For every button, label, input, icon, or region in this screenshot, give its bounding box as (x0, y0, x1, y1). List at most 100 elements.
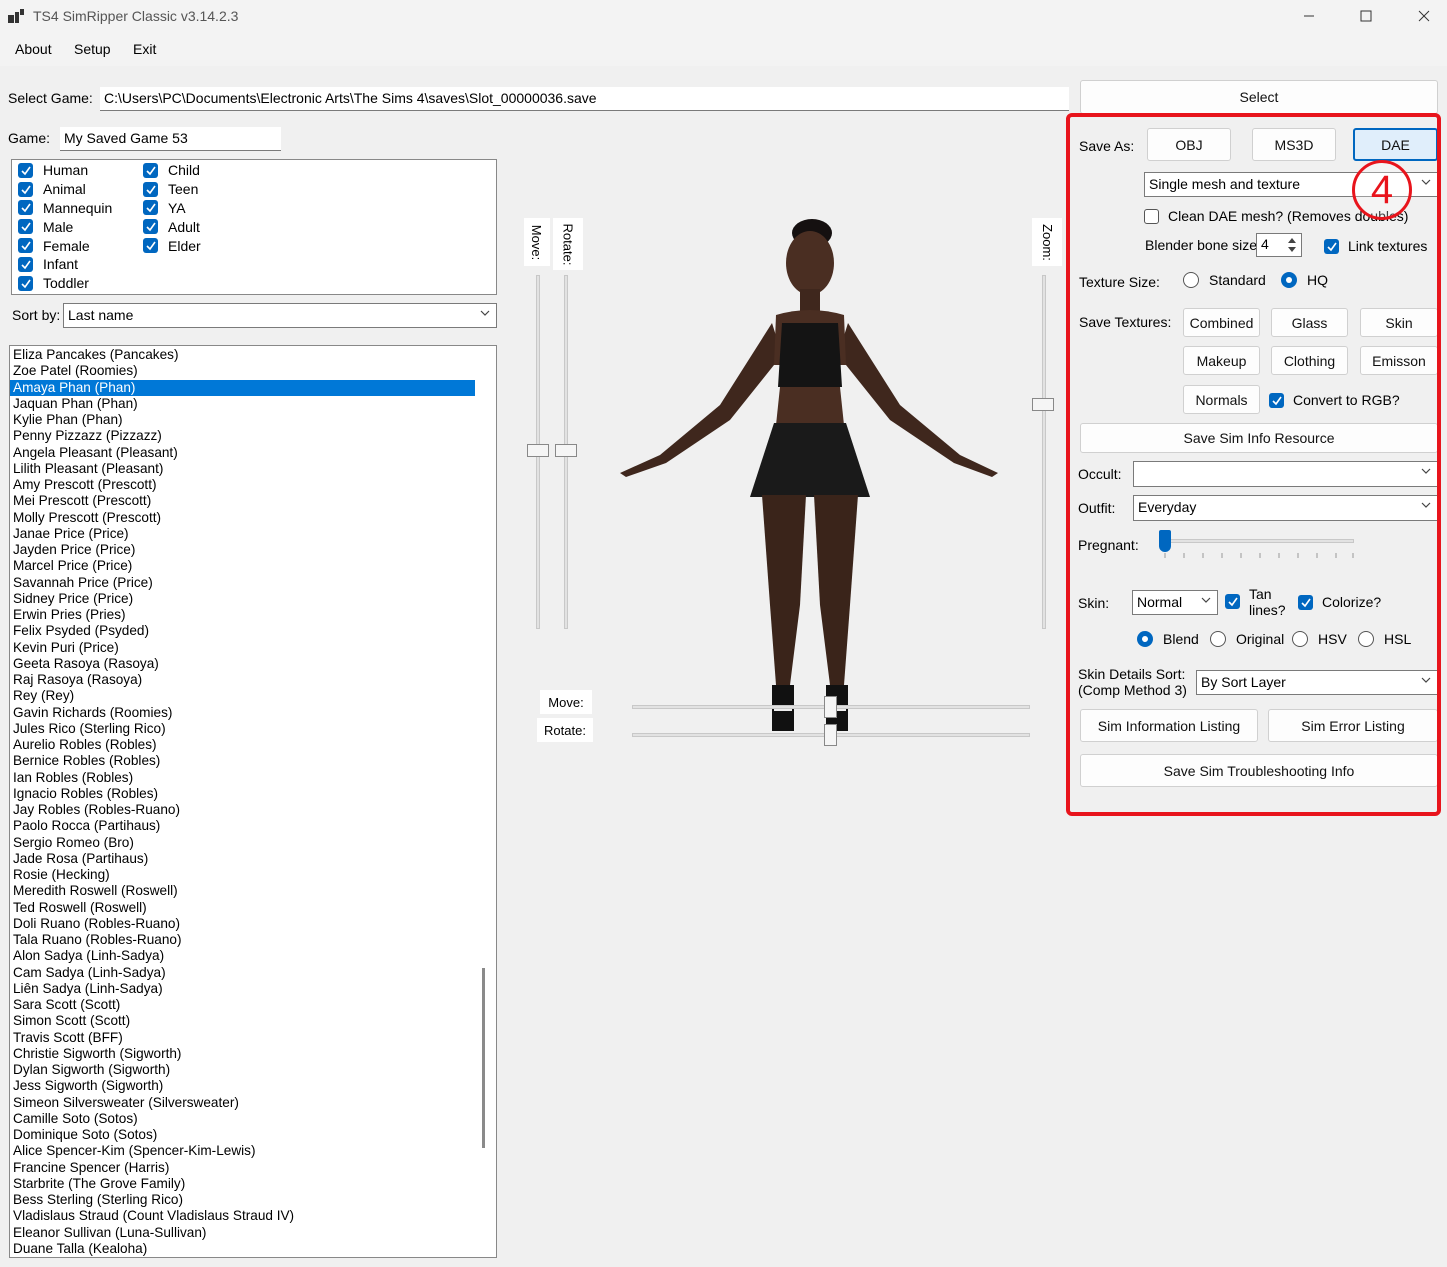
list-item[interactable]: Amaya Phan (Phan) (10, 379, 475, 396)
list-item[interactable]: Amy Prescott (Prescott) (10, 477, 475, 493)
list-item[interactable]: Mei Prescott (Prescott) (10, 493, 475, 509)
list-item[interactable]: Alon Sadya (Linh-Sadya) (10, 948, 475, 964)
list-item[interactable]: Vladislaus Straud (Count Vladislaus Stra… (10, 1208, 475, 1224)
list-item[interactable]: Simon Scott (Scott) (10, 1013, 475, 1029)
list-item[interactable]: Jules Rico (Sterling Rico) (10, 721, 475, 737)
rotate-h-thumb[interactable] (824, 724, 837, 746)
list-item[interactable]: Paolo Rocca (Partihaus) (10, 818, 475, 834)
filter-human[interactable]: Human (18, 161, 112, 180)
filter-toddler[interactable]: Toddler (18, 274, 112, 293)
list-item[interactable]: Jaquan Phan (Phan) (10, 396, 475, 412)
move-v-thumb[interactable] (527, 444, 549, 457)
checkbox-icon[interactable] (18, 256, 33, 272)
menu-about[interactable]: About (15, 41, 52, 57)
list-item[interactable]: Raj Rasoya (Rasoya) (10, 672, 475, 688)
list-item[interactable]: Dominique Soto (Sotos) (10, 1127, 475, 1143)
list-item[interactable]: Jade Rosa (Partihaus) (10, 851, 475, 867)
list-item[interactable]: Kylie Phan (Phan) (10, 412, 475, 428)
list-item[interactable]: Alice Spencer-Kim (Spencer-Kim-Lewis) (10, 1143, 475, 1159)
list-item[interactable]: Doli Ruano (Robles-Ruano) (10, 916, 475, 932)
list-item[interactable]: Erwin Pries (Pries) (10, 607, 475, 623)
list-item[interactable]: Ian Robles (Robles) (10, 770, 475, 786)
checkbox-icon[interactable] (143, 181, 158, 197)
menu-exit[interactable]: Exit (133, 41, 156, 57)
list-item[interactable]: Lilith Pleasant (Pleasant) (10, 461, 475, 477)
list-item[interactable]: Duane Talla (Kealoha) (10, 1241, 475, 1257)
checkbox-icon[interactable] (143, 238, 158, 254)
list-item[interactable]: Angela Pleasant (Pleasant) (10, 445, 475, 461)
sim-list[interactable]: Eliza Pancakes (Pancakes) Zoe Patel (Room… (9, 345, 497, 1258)
list-item[interactable]: Rey (Rey) (10, 688, 475, 704)
list-item[interactable]: Tala Ruano (Robles-Ruano) (10, 932, 475, 948)
list-item[interactable]: Sidney Price (Price) (10, 591, 475, 607)
rotate-v-thumb[interactable] (555, 444, 577, 457)
move-h-thumb[interactable] (824, 696, 837, 718)
checkbox-icon[interactable] (18, 200, 33, 216)
checkbox-icon[interactable] (18, 238, 33, 254)
checkbox-icon[interactable] (18, 219, 33, 235)
checkbox-icon[interactable] (143, 200, 158, 216)
list-item[interactable]: Meredith Roswell (Roswell) (10, 883, 475, 899)
list-scrollbar[interactable] (482, 968, 485, 1148)
list-item[interactable]: Jess Sigworth (Sigworth) (10, 1078, 475, 1094)
list-item[interactable]: Sara Scott (Scott) (10, 997, 475, 1013)
list-item[interactable]: Liên Sadya (Linh-Sadya) (10, 981, 475, 997)
list-item[interactable]: Gavin Richards (Roomies) (10, 705, 475, 721)
list-item[interactable]: Cam Sadya (Linh-Sadya) (10, 965, 475, 981)
move-h-label: Move: (540, 690, 592, 714)
list-item[interactable]: Geeta Rasoya (Rasoya) (10, 656, 475, 672)
list-item[interactable]: Ignacio Robles (Robles) (10, 786, 475, 802)
sort-dropdown[interactable]: Last name (63, 303, 497, 328)
filter-ya[interactable]: YA (143, 199, 201, 218)
list-item[interactable]: Christie Sigworth (Sigworth) (10, 1046, 475, 1062)
menu-setup[interactable]: Setup (74, 41, 111, 57)
filter-female[interactable]: Female (18, 236, 112, 255)
filter-child[interactable]: Child (143, 161, 201, 180)
checkbox-icon[interactable] (18, 181, 33, 197)
list-item[interactable]: Penny Pizzazz (Pizzazz) (10, 428, 475, 444)
list-item[interactable]: Felix Psyded (Psyded) (10, 623, 475, 639)
checkbox-icon[interactable] (143, 219, 158, 235)
list-item[interactable]: Eleanor Sullivan (Luna-Sullivan) (10, 1225, 475, 1241)
select-button[interactable]: Select (1080, 80, 1438, 114)
list-item[interactable]: Kevin Puri (Price) (10, 640, 475, 656)
list-item[interactable]: Travis Scott (BFF) (10, 1030, 475, 1046)
checkbox-icon[interactable] (18, 275, 33, 291)
list-item[interactable]: Bess Sterling (Sterling Rico) (10, 1192, 475, 1208)
list-item[interactable]: Zoe Patel (Roomies) (10, 363, 475, 379)
list-item[interactable]: Dylan Sigworth (Sigworth) (10, 1062, 475, 1078)
list-item[interactable]: Starbrite (The Grove Family) (10, 1176, 475, 1192)
list-item[interactable]: Molly Prescott (Prescott) (10, 510, 475, 526)
zoom-thumb[interactable] (1032, 398, 1054, 411)
checkbox-icon[interactable] (18, 162, 33, 178)
list-item[interactable]: Camille Soto (Sotos) (10, 1111, 475, 1127)
list-item[interactable]: Bernice Robles (Robles) (10, 753, 475, 769)
list-item[interactable]: Savannah Price (Price) (10, 575, 475, 591)
filter-male[interactable]: Male (18, 217, 112, 236)
minimize-icon[interactable] (1280, 0, 1338, 32)
maximize-icon[interactable] (1337, 0, 1395, 32)
filter-elder[interactable]: Elder (143, 236, 201, 255)
list-item[interactable]: Sergio Romeo (Bro) (10, 835, 475, 851)
list-item[interactable]: Jayden Price (Price) (10, 542, 475, 558)
filter-animal[interactable]: Animal (18, 180, 112, 199)
filter-adult[interactable]: Adult (143, 217, 201, 236)
save-path-field[interactable]: C:\Users\PC\Documents\Electronic Arts\Th… (100, 87, 1069, 111)
list-item[interactable]: Ted Roswell (Roswell) (10, 900, 475, 916)
zoom-track[interactable] (1042, 275, 1046, 629)
game-name-field[interactable]: My Saved Game 53 (60, 127, 281, 151)
filter-teen[interactable]: Teen (143, 180, 201, 199)
list-item[interactable]: Simeon Silversweater (Silversweater) (10, 1095, 475, 1111)
list-item[interactable]: Jay Robles (Robles-Ruano) (10, 802, 475, 818)
list-item[interactable]: Marcel Price (Price) (10, 558, 475, 574)
list-item[interactable]: Rosie (Hecking) (10, 867, 475, 883)
list-item[interactable]: Aurelio Robles (Robles) (10, 737, 475, 753)
list-item[interactable]: Eliza Pancakes (Pancakes) (10, 347, 475, 363)
list-item[interactable]: Francine Spencer (Harris) (10, 1160, 475, 1176)
list-item[interactable]: Janae Price (Price) (10, 526, 475, 542)
filter-mannequin[interactable]: Mannequin (18, 199, 112, 218)
close-icon[interactable] (1395, 0, 1447, 32)
filter-infant[interactable]: Infant (18, 255, 112, 274)
sim-model-viewport[interactable] (600, 205, 1020, 745)
checkbox-icon[interactable] (143, 162, 158, 178)
